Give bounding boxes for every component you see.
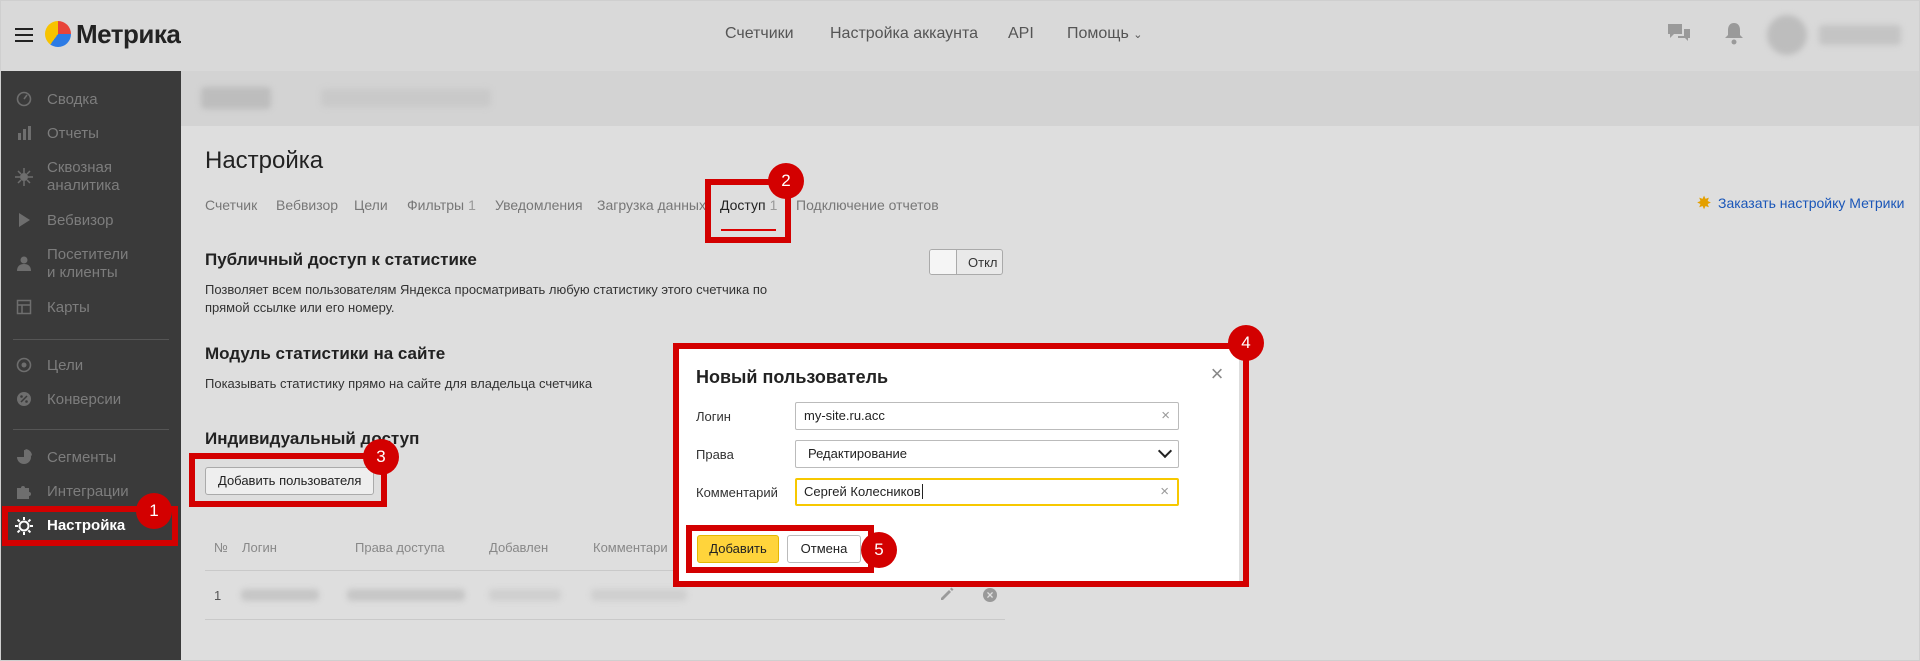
column-header-number: № xyxy=(214,540,228,555)
module-description: Показывать статистику прямо на сайте для… xyxy=(205,376,593,391)
page-title: Настройка xyxy=(205,147,324,174)
row-comment-blurred xyxy=(591,589,687,601)
sidebar-item-label: Карты xyxy=(47,299,90,316)
sidebar-item-label: Конверсии xyxy=(47,391,122,408)
dashboard-icon xyxy=(15,91,33,109)
sidebar-item-label: Сегменты xyxy=(47,449,117,466)
counter-name-blurred[interactable] xyxy=(201,87,271,109)
public-access-title: Публичный доступ к статистике xyxy=(205,250,477,269)
step-badge-4: 4 xyxy=(1228,325,1264,361)
sidebar-divider xyxy=(13,339,169,340)
bar-chart-icon xyxy=(15,125,33,143)
public-access-toggle[interactable]: Откл xyxy=(929,249,1003,275)
sidebar-label-line2: аналитика xyxy=(47,177,120,194)
tab-data-upload[interactable]: Загрузка данных xyxy=(597,197,706,213)
module-title: Модуль статистики на сайте xyxy=(205,344,446,363)
column-header-login[interactable]: Логин xyxy=(242,540,277,555)
target-icon xyxy=(15,357,33,375)
column-header-added[interactable]: Добавлен xyxy=(489,540,548,555)
tab-webvisor[interactable]: Вебвизор xyxy=(276,197,338,213)
desc-line2: прямой ссылке или его номеру. xyxy=(205,300,395,315)
tab-goals[interactable]: Цели xyxy=(354,197,388,213)
nav-api[interactable]: API xyxy=(1008,25,1034,43)
metrika-logo-icon xyxy=(45,21,71,47)
toggle-knob xyxy=(930,250,957,274)
tab-label: Фильтры xyxy=(407,197,465,213)
order-setup-link[interactable]: Заказать настройку Метрики xyxy=(1718,195,1904,211)
step-badge-2: 2 xyxy=(768,163,804,199)
logo-text[interactable]: Метрика xyxy=(76,19,181,50)
desc-line1: Позволяет всем пользователям Яндекса про… xyxy=(205,282,768,297)
column-header-rights[interactable]: Права доступа xyxy=(355,540,445,555)
step-badge-1: 1 xyxy=(136,493,172,529)
highlight-add-user xyxy=(189,453,387,507)
nav-help-label: Помощь xyxy=(1067,25,1129,42)
delete-icon[interactable]: × xyxy=(983,588,997,602)
nav-account-settings[interactable]: Настройка аккаунта xyxy=(830,25,978,43)
counter-info-blurred xyxy=(321,89,491,107)
crosshair-icon xyxy=(15,168,33,186)
sidebar-item-label: Сводка xyxy=(47,91,98,108)
tab-report-connection[interactable]: Подключение отчетов xyxy=(796,197,939,213)
tab-count: 1 xyxy=(468,197,476,213)
account-name-blurred[interactable] xyxy=(1819,25,1901,45)
sidebar-item-label: Сквозная аналитика xyxy=(47,159,120,195)
counter-strip xyxy=(181,71,1919,126)
nav-counters[interactable]: Счетчики xyxy=(725,25,794,43)
tab-filters[interactable]: Фильтры 1 xyxy=(407,197,476,213)
row-number: 1 xyxy=(214,588,222,603)
play-icon xyxy=(15,212,33,230)
nav-help[interactable]: Помощь ⌄ xyxy=(1067,25,1142,43)
highlight-dialog-buttons xyxy=(686,525,874,573)
row-login-blurred xyxy=(241,589,319,601)
avatar[interactable] xyxy=(1767,15,1807,55)
public-access-description: Позволяет всем пользователям Яндекса про… xyxy=(205,281,767,317)
map-icon xyxy=(15,299,33,317)
column-header-comment[interactable]: Комментари xyxy=(593,540,668,555)
step-badge-5: 5 xyxy=(861,532,897,568)
step-badge-3: 3 xyxy=(363,439,399,475)
toggle-label: Откл xyxy=(968,255,998,270)
chat-icon[interactable] xyxy=(1665,21,1693,49)
sidebar-label-line2: и клиенты xyxy=(47,264,118,281)
sidebar-item-label: Цели xyxy=(47,357,84,374)
pie-icon xyxy=(15,449,33,467)
percent-icon xyxy=(15,391,33,409)
sidebar-item-label: Посетители и клиенты xyxy=(47,246,128,282)
sidebar-label-line1: Сквозная xyxy=(47,159,112,176)
row-added-blurred xyxy=(489,589,561,601)
sidebar-item-label: Вебвизор xyxy=(47,212,114,229)
sidebar-item-label: Интеграции xyxy=(47,483,129,500)
puzzle-icon xyxy=(15,483,33,501)
sidebar-label-line1: Посетители xyxy=(47,246,129,263)
edit-pencil-icon[interactable] xyxy=(939,586,957,604)
table-divider xyxy=(205,619,1005,620)
tab-counter[interactable]: Счетчик xyxy=(205,197,257,213)
sidebar: Сводка Отчеты Сквозная аналитика Вебвизор… xyxy=(1,71,181,660)
tab-notifications[interactable]: Уведомления xyxy=(495,197,583,213)
sidebar-item-label: Отчеты xyxy=(47,125,99,142)
sidebar-divider xyxy=(13,429,169,430)
chevron-down-icon: ⌄ xyxy=(1133,29,1143,41)
magic-wand-icon: ✸ xyxy=(1696,193,1712,213)
bell-icon[interactable] xyxy=(1720,21,1748,49)
user-icon xyxy=(15,255,33,273)
row-rights-blurred xyxy=(347,589,465,601)
top-bar: Метрика Счетчики Настройка аккаунта API … xyxy=(1,1,1919,71)
menu-icon[interactable] xyxy=(15,28,33,42)
app-frame: Метрика Счетчики Настройка аккаунта API … xyxy=(0,0,1920,661)
